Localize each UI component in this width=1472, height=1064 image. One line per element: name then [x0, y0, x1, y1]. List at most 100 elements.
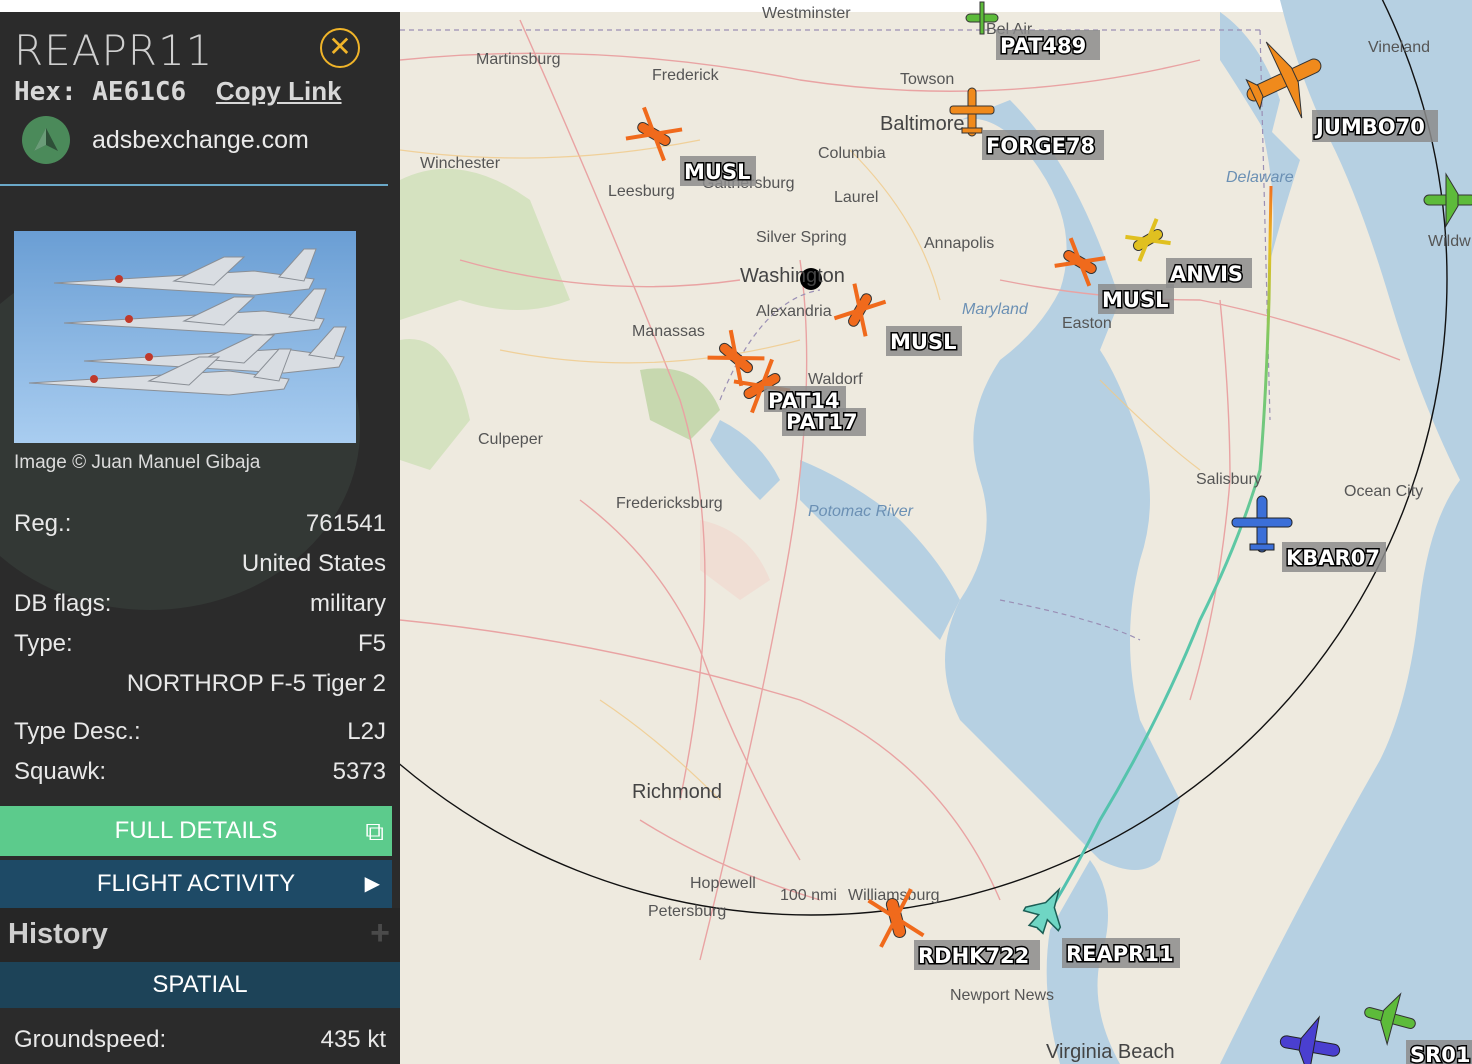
- aircraft-tag[interactable]: FORGE78: [982, 130, 1104, 160]
- aircraft-photo[interactable]: [14, 231, 356, 443]
- place-label: Hopewell: [690, 875, 756, 892]
- place-label: Martinsburg: [476, 51, 560, 68]
- svg-text:PAT17: PAT17: [786, 410, 858, 434]
- place-label: Richmond: [632, 781, 722, 803]
- chevron-right-icon: ▶: [364, 873, 380, 895]
- adsbexchange-link[interactable]: adsbexchange.com: [92, 126, 309, 155]
- type-desc-row: Type Desc.: L2J: [14, 718, 386, 746]
- groundspeed-label: Groundspeed:: [14, 1026, 167, 1053]
- full-details-button[interactable]: FULL DETAILS ⧉: [0, 806, 392, 856]
- place-label: Silver Spring: [756, 229, 847, 246]
- flight-activity-button[interactable]: FLIGHT ACTIVITY ▶: [0, 860, 392, 908]
- place-label: Laurel: [834, 189, 878, 206]
- svg-text:JUMBO70: JUMBO70: [1314, 115, 1425, 139]
- place-label: Easton: [1062, 315, 1112, 332]
- svg-text:ANVIS: ANVIS: [1170, 262, 1243, 286]
- place-label: Newport News: [950, 987, 1054, 1004]
- svg-text:FORGE78: FORGE78: [986, 134, 1095, 158]
- aircraft-tag[interactable]: REAPR11: [1062, 938, 1180, 968]
- reg-label: Reg.:: [14, 510, 72, 537]
- aircraft-info-panel: REAPR11 ✕ Hex: AE61C6 Copy Link adsbexch…: [0, 0, 400, 1064]
- water-label: Delaware: [1226, 169, 1294, 186]
- aircraft-tag[interactable]: RDHK722: [914, 940, 1040, 970]
- hex-value: AE61C6: [92, 77, 187, 107]
- aircraft-callsign: REAPR11: [14, 26, 214, 75]
- type-full-value: NORTHROP F-5 Tiger 2: [126, 670, 386, 697]
- close-icon[interactable]: ✕: [320, 28, 360, 68]
- type-full-row: NORTHROP F-5 Tiger 2: [14, 670, 386, 698]
- hex-label: Hex:: [14, 77, 77, 107]
- aircraft-tag[interactable]: PAT17: [782, 408, 866, 436]
- place-label: Ocean City: [1344, 483, 1423, 500]
- type-desc-label: Type Desc.:: [14, 718, 141, 745]
- svg-text:REAPR11: REAPR11: [1066, 942, 1174, 966]
- place-label: Winchester: [420, 155, 501, 172]
- db-flags-label: DB flags:: [14, 590, 112, 617]
- full-details-label: FULL DETAILS: [114, 817, 278, 844]
- place-label: Petersburg: [648, 903, 726, 920]
- water-label: Maryland: [962, 301, 1029, 318]
- svg-text:RDHK722: RDHK722: [918, 944, 1029, 968]
- squawk-value: 5373: [332, 758, 386, 785]
- country-value: United States: [241, 550, 386, 577]
- type-label: Type:: [14, 630, 73, 657]
- history-section[interactable]: History +: [0, 908, 400, 962]
- place-label: Baltimore: [880, 113, 964, 135]
- svg-text:MUSL: MUSL: [890, 330, 956, 354]
- expand-plus-icon[interactable]: +: [370, 914, 390, 953]
- place-label: Vineland: [1368, 39, 1430, 56]
- place-label: Culpeper: [478, 431, 544, 448]
- svg-text:MUSL: MUSL: [684, 160, 750, 184]
- place-label: Waldorf: [808, 371, 863, 388]
- aircraft-tag[interactable]: KBAR07: [1282, 542, 1386, 572]
- place-label: Virginia Beach: [1046, 1041, 1175, 1063]
- place-label: Leesburg: [608, 183, 675, 200]
- type-row: Type: F5: [14, 630, 386, 658]
- aircraft-tag[interactable]: MUSL: [680, 156, 756, 186]
- db-flags-row: DB flags: military: [14, 590, 386, 618]
- db-flags-value: military: [310, 590, 386, 617]
- spatial-section-header[interactable]: SPATIAL: [0, 962, 400, 1008]
- map-canvas[interactable]: Westminster Martinsburg Frederick Bel Ai…: [400, 0, 1472, 1064]
- divider: [0, 184, 388, 186]
- type-value: F5: [357, 630, 386, 657]
- svg-text:KBAR07: KBAR07: [1286, 546, 1380, 570]
- place-label: Annapolis: [924, 235, 994, 252]
- external-link-icon: ⧉: [365, 816, 384, 846]
- hex-row: Hex: AE61C6 Copy Link: [14, 76, 342, 107]
- reg-value: 761541: [305, 510, 386, 537]
- flight-activity-label: FLIGHT ACTIVITY: [96, 870, 296, 897]
- place-label: Washington: [740, 265, 845, 287]
- range-ring-label: 100 nmi: [780, 887, 837, 904]
- image-credit: Image © Juan Manuel Gibaja: [14, 452, 261, 473]
- squawk-row: Squawk: 5373: [14, 758, 386, 786]
- groundspeed-row: Groundspeed: 435 kt: [14, 1026, 386, 1054]
- aircraft-tag[interactable]: SR01: [1406, 1040, 1472, 1064]
- svg-text:MUSL: MUSL: [1102, 288, 1168, 312]
- place-label: Columbia: [818, 145, 886, 162]
- adsbexchange-logo-icon[interactable]: [22, 116, 70, 164]
- place-label: Wildw: [1428, 233, 1471, 250]
- place-label: Salisbury: [1196, 471, 1262, 488]
- aircraft-tag[interactable]: PAT489: [996, 30, 1100, 60]
- country-row: United States: [14, 550, 386, 578]
- reg-row: Reg.: 761541: [14, 510, 386, 538]
- top-strip: [0, 0, 400, 12]
- place-label: Towson: [900, 71, 954, 88]
- aircraft-tag[interactable]: MUSL: [886, 326, 962, 356]
- copy-link[interactable]: Copy Link: [216, 76, 342, 106]
- aircraft-tag[interactable]: JUMBO70: [1312, 110, 1438, 142]
- svg-text:SR01: SR01: [1410, 1043, 1471, 1064]
- history-label: History: [8, 918, 108, 950]
- svg-text:PAT489: PAT489: [1000, 34, 1086, 58]
- aircraft-tag[interactable]: MUSL: [1098, 284, 1174, 314]
- squawk-label: Squawk:: [14, 758, 107, 785]
- aircraft-tag[interactable]: ANVIS: [1166, 258, 1252, 288]
- groundspeed-value: 435 kt: [320, 1026, 386, 1053]
- map-view[interactable]: Westminster Martinsburg Frederick Bel Ai…: [400, 0, 1472, 1064]
- place-label: Westminster: [762, 5, 851, 22]
- place-label: Fredericksburg: [616, 495, 723, 512]
- place-label: Frederick: [652, 67, 720, 84]
- place-label: Alexandria: [756, 303, 832, 320]
- water-label: Potomac River: [808, 503, 914, 520]
